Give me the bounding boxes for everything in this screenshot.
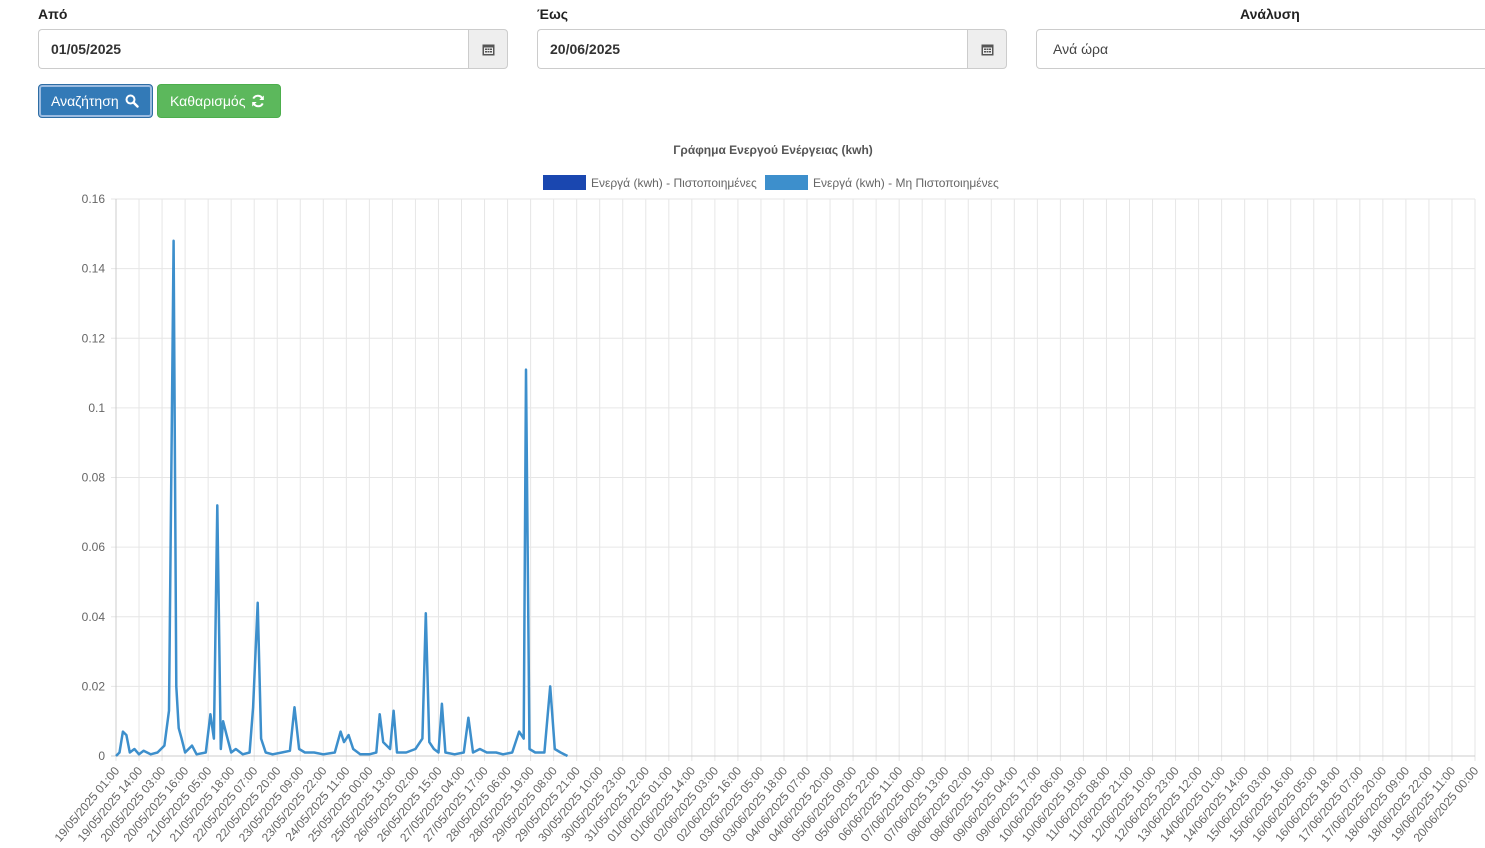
- to-date-group: [537, 29, 1007, 69]
- search-icon: [125, 94, 139, 108]
- clear-button-label: Καθαρισμός: [170, 93, 246, 109]
- from-date-input[interactable]: [38, 29, 468, 69]
- legend-swatch-1: [543, 175, 586, 190]
- from-calendar-button[interactable]: [468, 29, 508, 69]
- legend-label-1: Ενεργά (kwh) - Πιστοποιημένες: [591, 176, 757, 190]
- to-calendar-button[interactable]: [967, 29, 1007, 69]
- search-button[interactable]: Αναζήτηση: [38, 84, 153, 118]
- y-tick-label: 0: [98, 749, 105, 763]
- y-tick-label: 0.1: [88, 401, 105, 415]
- y-tick-label: 0.14: [82, 262, 106, 276]
- y-tick-label: 0.06: [82, 540, 106, 554]
- analysis-select[interactable]: Ανά ώρα: [1036, 29, 1485, 69]
- y-tick-label: 0.04: [82, 610, 106, 624]
- clear-button[interactable]: Καθαρισμός: [157, 84, 281, 118]
- legend-label-2: Ενεργά (kwh) - Μη Πιστοποιημένες: [813, 176, 999, 190]
- calendar-icon: [482, 44, 494, 55]
- series-line-non-certified: [115, 239, 569, 758]
- y-tick-label: 0.08: [82, 471, 106, 485]
- energy-chart: Γράφημα Ενεργού Ενέργειας (kwh) Ενεργά (k…: [52, 143, 1482, 844]
- from-label: Από: [38, 6, 68, 22]
- chart-title: Γράφημα Ενεργού Ενέργειας (kwh): [673, 143, 873, 157]
- refresh-icon: [252, 94, 265, 108]
- search-button-label: Αναζήτηση: [51, 93, 119, 109]
- y-tick-label: 0.12: [82, 331, 106, 345]
- to-label: Έως: [537, 6, 569, 22]
- analysis-label: Ανάλυση: [1240, 6, 1300, 22]
- y-tick-label: 0.16: [82, 192, 106, 206]
- to-date-input[interactable]: [537, 29, 967, 69]
- calendar-icon: [981, 44, 993, 55]
- y-tick-label: 0.02: [82, 679, 106, 693]
- from-date-group: [38, 29, 508, 69]
- legend-swatch-2: [765, 175, 808, 190]
